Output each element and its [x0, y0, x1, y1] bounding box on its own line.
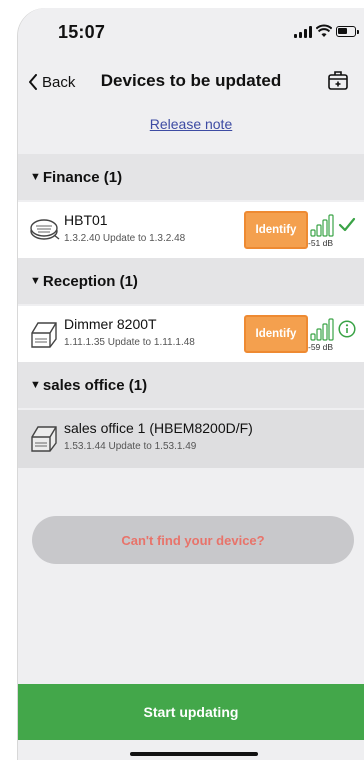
- wifi-icon: [316, 24, 332, 37]
- signal-strength-icon: [310, 214, 334, 237]
- triangle-down-icon: ▼: [30, 275, 41, 287]
- dimmer-device-icon: [31, 322, 57, 348]
- clock: 15:07: [58, 22, 106, 42]
- battery-icon: [336, 26, 359, 37]
- device-row-dimmer[interactable]: Dimmer 8200T 1.11.1.35 Update to 1.11.1.…: [18, 306, 364, 362]
- cant-find-device-button[interactable]: Can't find your device?: [32, 516, 354, 564]
- signal-strength-icon: [310, 318, 334, 341]
- navigation-bar: Back Devices to be updated: [18, 60, 364, 104]
- start-updating-button[interactable]: Start updating: [18, 684, 364, 740]
- home-indicator[interactable]: [130, 752, 258, 756]
- app-screen: 15:07 Back Devices to be updated Release…: [18, 8, 364, 760]
- device-frame: 15:07 Back Devices to be updated Release…: [0, 0, 364, 760]
- status-bar: 15:07: [18, 8, 364, 54]
- device-row-sales-office-1[interactable]: sales office 1 (HBEM8200D/F) 1.53.1.44 U…: [18, 410, 364, 468]
- release-note-link[interactable]: Release note: [18, 116, 364, 132]
- device-name: Dimmer 8200T: [64, 316, 157, 332]
- page-title: Devices to be updated: [100, 71, 282, 90]
- device-version: 1.11.1.35 Update to 1.11.1.48: [64, 337, 195, 348]
- cell-signal-icon: [294, 26, 312, 38]
- group-header-reception[interactable]: ▼ Reception (1): [18, 258, 364, 304]
- group-header-finance[interactable]: ▼ Finance (1): [18, 154, 364, 200]
- device-version: 1.3.2.40 Update to 1.3.2.48: [64, 233, 186, 244]
- signal-db-label: -59 dB: [308, 342, 334, 352]
- checkmark-icon: [338, 217, 356, 232]
- device-name: HBT01: [64, 212, 108, 228]
- device-row-hbt01[interactable]: HBT01 1.3.2.40 Update to 1.3.2.48 Identi…: [18, 202, 364, 258]
- export-box-icon[interactable]: [326, 68, 350, 92]
- sensor-device-icon: [30, 219, 60, 240]
- triangle-down-icon: ▼: [30, 171, 41, 183]
- identify-button[interactable]: Identify: [244, 211, 308, 249]
- group-header-sales-office[interactable]: ▼ sales office (1): [18, 362, 364, 408]
- identify-button[interactable]: Identify: [244, 315, 308, 353]
- triangle-down-icon: ▼: [30, 379, 41, 391]
- device-version: 1.53.1.44 Update to 1.53.1.49: [64, 441, 197, 452]
- info-icon[interactable]: [338, 320, 356, 338]
- group-title: sales office (1): [42, 376, 148, 394]
- group-title: Reception (1): [42, 272, 138, 290]
- signal-db-label: -51 dB: [308, 238, 334, 248]
- device-name: sales office 1 (HBEM8200D/F): [64, 420, 253, 436]
- group-title: Finance (1): [42, 168, 123, 186]
- dimmer-device-icon: [31, 426, 57, 452]
